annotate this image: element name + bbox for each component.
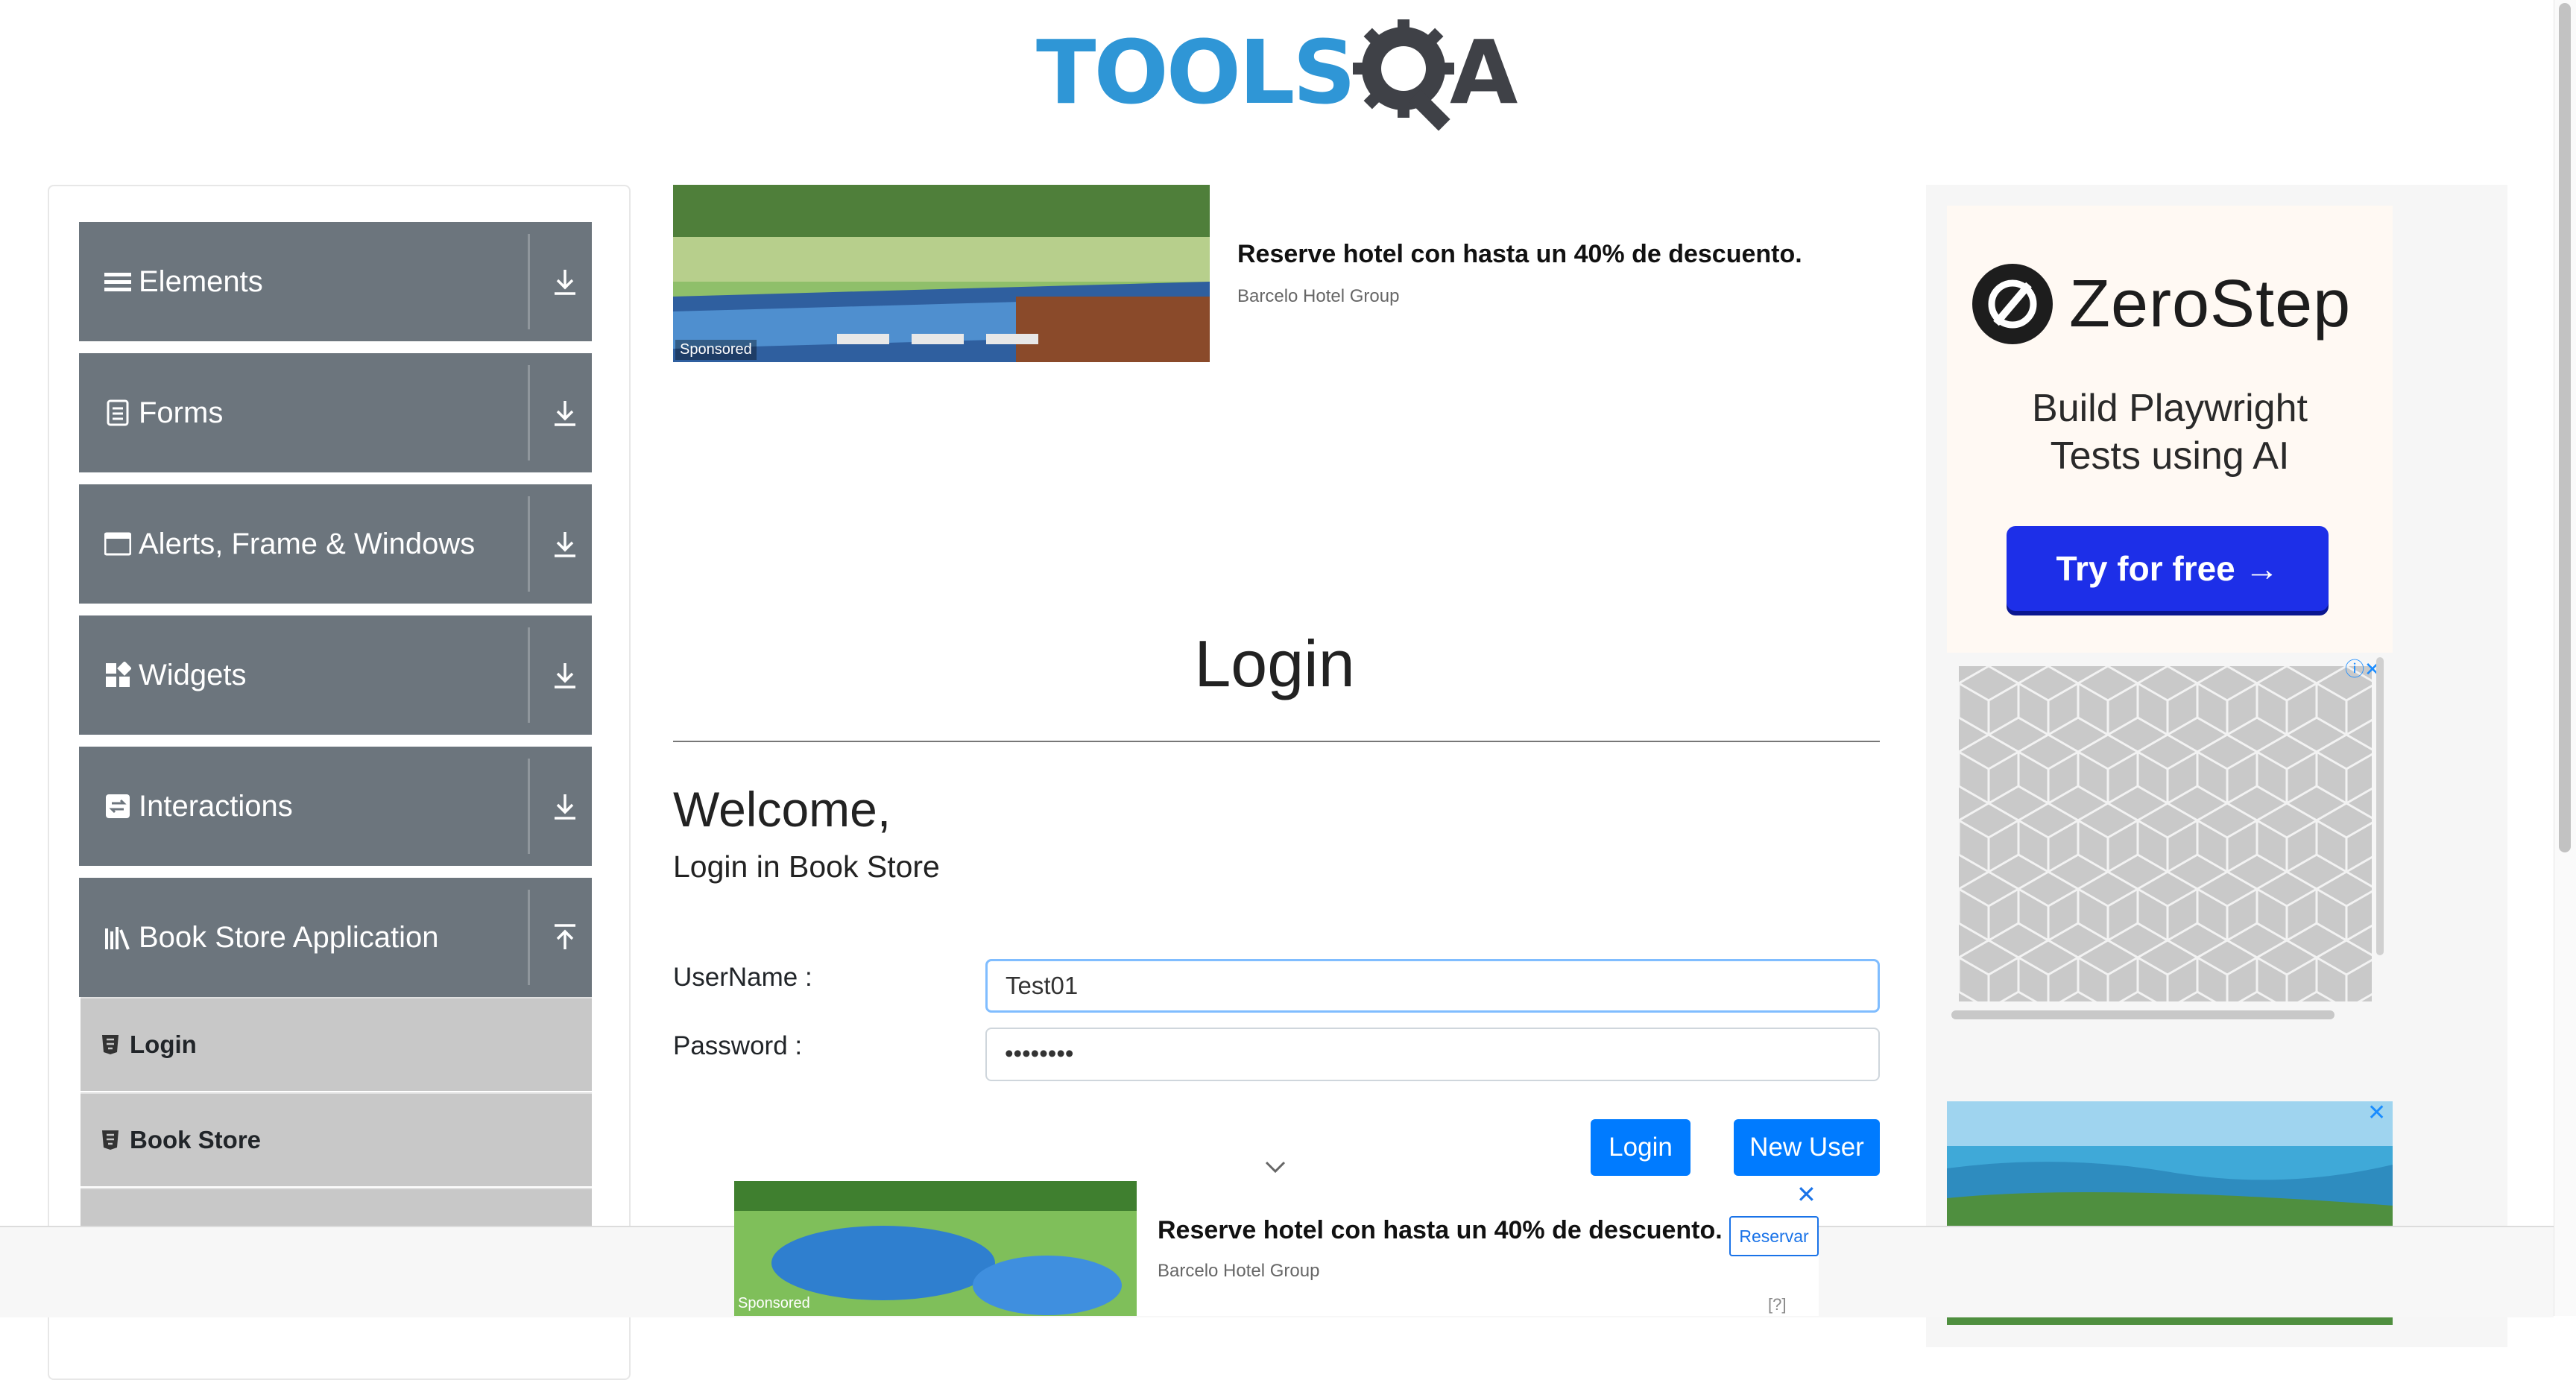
sidebar-group-label: Forms: [139, 396, 224, 429]
sponsored-label: Sponsored: [675, 340, 757, 360]
window-icon: [104, 532, 131, 556]
zerostep-logo-icon: [1972, 264, 2053, 344]
sidebar-group-elements[interactable]: Elements: [79, 222, 592, 341]
toolsqa-logo[interactable]: TOOLS A: [1036, 19, 1521, 139]
ad-scrollbar-vertical[interactable]: [2376, 657, 2384, 955]
divider: [528, 365, 530, 460]
sidebar-item-book-store[interactable]: Book Store: [80, 1092, 592, 1186]
page-title: Login: [1194, 627, 1355, 700]
expand-arrow-icon[interactable]: [547, 526, 583, 562]
logo-suffix: A: [1450, 21, 1518, 124]
username-label: UserName :: [673, 963, 812, 992]
ad-help-link[interactable]: [?]: [1768, 1295, 1786, 1314]
sidebar-group-label: Alerts, Frame & Windows: [139, 528, 476, 560]
sidebar-group-book-store-application[interactable]: Book Store Application: [79, 878, 592, 997]
divider: [528, 890, 530, 985]
sidebar-group-forms[interactable]: Forms: [79, 353, 592, 472]
ad-title[interactable]: Reserve hotel con hasta un 40% de descue…: [1237, 240, 1802, 269]
sidebar-item-label: Book Store: [130, 1126, 262, 1153]
cube-pattern-ad[interactable]: [1959, 666, 2372, 1001]
zerostep-name: ZeroStep: [2069, 267, 2352, 341]
ad-scrollbar-horizontal[interactable]: [1951, 1010, 2334, 1019]
reservar-button[interactable]: Reservar: [1729, 1216, 1819, 1256]
sidebar-group-label: Interactions: [139, 790, 293, 823]
sidebar-item-login[interactable]: Login: [80, 997, 592, 1091]
ad-info-close-icon[interactable]: ⓘ✕: [2345, 654, 2381, 682]
sponsored-label: Sponsored: [738, 1295, 810, 1311]
sidebar-group-label: Elements: [139, 265, 263, 298]
login-subtitle: Login in Book Store: [673, 849, 940, 884]
interactions-icon: [106, 794, 130, 818]
ad-brand: Barcelo Hotel Group: [1158, 1261, 1320, 1281]
zerostep-tagline: Build Playwright Tests using AI: [1947, 384, 2393, 480]
expand-arrow-icon[interactable]: [547, 788, 583, 824]
collapse-arrow-icon[interactable]: [547, 920, 583, 955]
page-scrollbar-thumb[interactable]: [2559, 3, 2571, 852]
expand-arrow-icon[interactable]: [547, 395, 583, 431]
new-user-button[interactable]: New User: [1734, 1119, 1880, 1176]
divider: [528, 496, 530, 592]
ad-brand: Barcelo Hotel Group: [1237, 286, 1400, 306]
sidebar-group-label: Book Store Application: [139, 921, 439, 954]
magnifier-gear-icon: [1353, 19, 1454, 131]
html-icon: [102, 1130, 119, 1150]
password-label: Password :: [673, 1031, 803, 1060]
sidebar-item-label: Login: [130, 1031, 197, 1058]
hotel-pool-ad-image[interactable]: [673, 185, 1210, 362]
books-icon: [105, 927, 130, 950]
username-input[interactable]: Test01: [985, 959, 1880, 1013]
sidebar-group-interactions[interactable]: Interactions: [79, 747, 592, 866]
logo-text: TOOLS: [1036, 21, 1356, 124]
widgets-icon: [106, 662, 131, 687]
login-button[interactable]: Login: [1591, 1119, 1690, 1176]
divider: [528, 627, 530, 723]
sidebar-group-label: Widgets: [139, 659, 247, 691]
hamburger-icon: [104, 273, 131, 291]
html-icon: [102, 1035, 119, 1054]
sidebar-group-widgets[interactable]: Widgets: [79, 615, 592, 735]
close-icon[interactable]: ✕: [2367, 1100, 2386, 1126]
chevron-down-icon[interactable]: [1262, 1156, 1289, 1177]
sidebar-group-alerts[interactable]: Alerts, Frame & Windows: [79, 484, 592, 604]
password-input[interactable]: ••••••••: [985, 1028, 1880, 1081]
expand-arrow-icon[interactable]: [547, 264, 583, 300]
document-icon: [107, 399, 129, 426]
welcome-heading: Welcome,: [673, 782, 891, 837]
zerostep-ad[interactable]: ZeroStep Build Playwright Tests using AI…: [1947, 206, 2393, 653]
tagline-line-1: Build Playwright: [2032, 387, 2308, 430]
divider: [673, 741, 1880, 742]
expand-arrow-icon[interactable]: [547, 657, 583, 693]
ad-title[interactable]: Reserve hotel con hasta un 40% de descue…: [1158, 1216, 1723, 1245]
try-for-free-button[interactable]: Try for free →: [2007, 526, 2329, 611]
divider: [528, 234, 530, 329]
tagline-line-2: Tests using AI: [2050, 434, 2290, 478]
close-icon[interactable]: ✕: [1796, 1180, 1816, 1209]
divider: [528, 759, 530, 854]
